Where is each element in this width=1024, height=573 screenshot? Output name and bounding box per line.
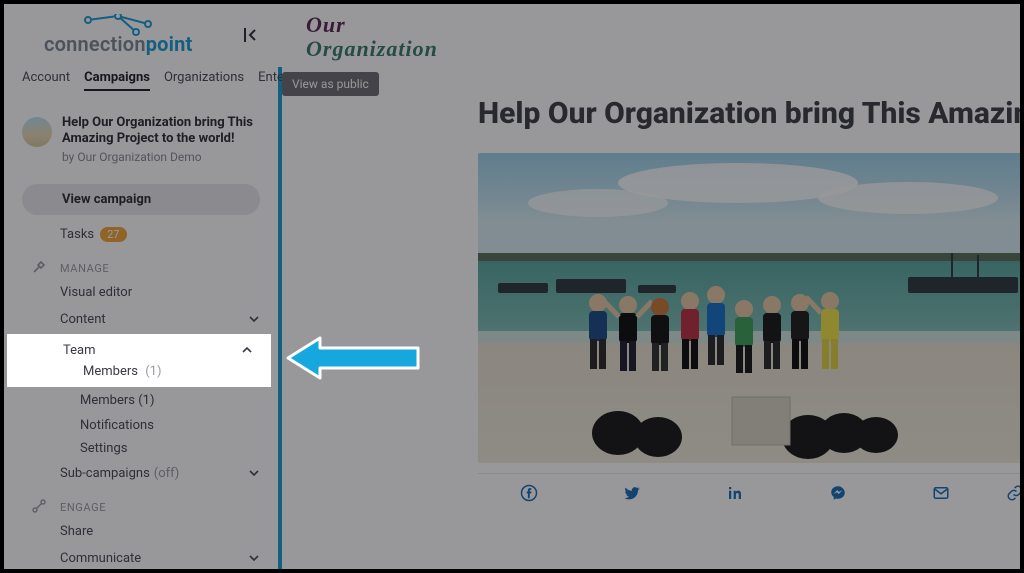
- sidebar-item-subcampaigns[interactable]: Sub-campaigns (off): [4, 460, 278, 487]
- sidebar-item-label: Members: [80, 393, 135, 408]
- subcampaigns-state: (off): [154, 466, 180, 481]
- sidebar-item-label: Visual editor: [60, 285, 132, 300]
- link-icon: [1006, 484, 1020, 502]
- sidebar-item-label: Members: [83, 364, 138, 379]
- members-count: (1): [145, 364, 161, 379]
- section-head-label: MANAGE: [60, 262, 109, 275]
- org-title-line1: Our: [306, 12, 346, 38]
- section-head-label: ENGAGE: [60, 501, 106, 514]
- tab-account[interactable]: Account: [22, 70, 70, 91]
- sidebar-item-team-settings[interactable]: Settings: [4, 437, 278, 460]
- tab-organizations[interactable]: Organizations: [164, 70, 244, 91]
- hero-image: [478, 153, 1020, 463]
- sidebar-item-label: Tasks: [60, 227, 94, 242]
- sidebar: connectionpoint Account Campaigns Organi…: [4, 4, 278, 569]
- share-twitter-button[interactable]: [581, 474, 684, 511]
- sidebar-item-content[interactable]: Content: [4, 306, 278, 333]
- sidebar-item-label: Team: [63, 343, 96, 358]
- view-as-public-label: View as public: [292, 77, 369, 91]
- tasks-count-badge: 27: [100, 227, 126, 242]
- section-head-manage: MANAGE: [4, 248, 278, 279]
- sidebar-item-communicate[interactable]: Communicate: [4, 545, 278, 572]
- share-email-button[interactable]: [889, 474, 992, 511]
- annotation-arrow: [284, 332, 424, 384]
- sidebar-item-tasks[interactable]: Tasks 27: [4, 221, 278, 248]
- highlight-cutout-team: Team Members (1): [7, 334, 271, 387]
- sidebar-item-label: Settings: [80, 441, 127, 456]
- campaign-avatar: [22, 117, 52, 147]
- share-facebook-button[interactable]: [478, 474, 581, 511]
- hero-illustration: [478, 153, 1020, 463]
- collapse-sidebar-button[interactable]: [236, 21, 264, 49]
- main-content: Our Organization Help Our Organization b…: [282, 4, 1020, 569]
- sidebar-item-team-notifications[interactable]: Notifications: [4, 414, 278, 437]
- chevron-up-icon: [241, 344, 253, 356]
- org-title-line2: Organization: [306, 36, 438, 62]
- tab-campaigns[interactable]: Campaigns: [84, 70, 150, 91]
- sidebar-item-team-members[interactable]: Members (1): [4, 389, 278, 412]
- sidebar-item-label: Share: [60, 524, 93, 539]
- facebook-icon: [520, 484, 538, 502]
- org-title: Our Organization: [282, 4, 1020, 62]
- top-tabs: Account Campaigns Organizations Enterpri…: [4, 62, 278, 101]
- sidebar-item-share[interactable]: Share: [4, 518, 278, 545]
- campaign-header[interactable]: Help Our Organization bring This Amazing…: [4, 101, 278, 172]
- brand-text-part2: point: [146, 32, 193, 56]
- sidebar-item-label: Communicate: [60, 551, 141, 566]
- section-head-engage: ENGAGE: [4, 487, 278, 518]
- sidebar-item-team-members-highlighted[interactable]: Members (1): [7, 358, 271, 379]
- view-as-public-button[interactable]: View as public: [282, 72, 379, 96]
- campaign-byline: by Our Organization Demo: [62, 150, 260, 164]
- messenger-icon: [829, 484, 847, 502]
- chevron-down-icon: [248, 552, 260, 564]
- sidebar-item-label: View campaign: [62, 192, 151, 207]
- sidebar-item-label: Sub-campaigns: [60, 466, 150, 481]
- brand-text-part1: connection: [44, 32, 146, 56]
- tools-icon: [32, 260, 46, 274]
- email-icon: [932, 484, 950, 502]
- share-copy-link-button[interactable]: [992, 474, 1020, 511]
- sidebar-item-label: Content: [60, 312, 106, 327]
- chevron-down-icon: [248, 313, 260, 325]
- twitter-icon: [623, 484, 641, 502]
- sidebar-item-visual-editor[interactable]: Visual editor: [4, 279, 278, 306]
- sidebar-item-view-campaign[interactable]: View campaign: [22, 184, 260, 215]
- share-messenger-button[interactable]: [786, 474, 889, 511]
- brand-text: connectionpoint: [44, 32, 193, 56]
- page-title: Help Our Organization bring This Amazing…: [478, 62, 1020, 153]
- sidebar-item-team-highlighted[interactable]: Team: [7, 343, 271, 358]
- linkedin-icon: [726, 484, 744, 502]
- share-linkedin-button[interactable]: [684, 474, 787, 511]
- share-row: [478, 473, 1020, 511]
- campaign-title: Help Our Organization bring This Amazing…: [62, 115, 260, 148]
- chevron-down-icon: [248, 467, 260, 479]
- members-count: (1): [138, 393, 154, 408]
- network-icon: [32, 499, 46, 513]
- sidebar-item-label: Notifications: [80, 418, 154, 433]
